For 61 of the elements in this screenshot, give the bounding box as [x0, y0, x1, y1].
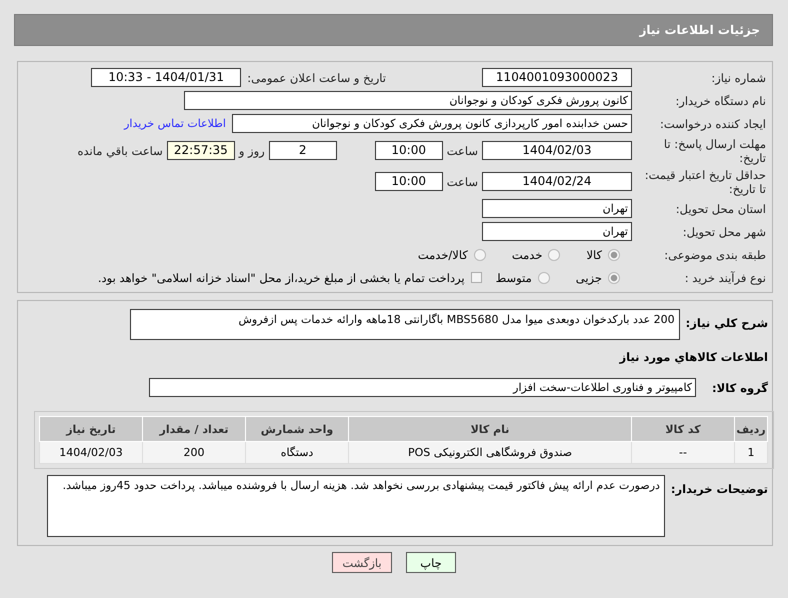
table-cell: 1404/02/03	[40, 442, 142, 464]
field-label: نام دستگاه خریدار:	[674, 94, 766, 108]
column-header: کد کالا	[632, 416, 734, 442]
field-label: استان محل تحویل:	[674, 202, 766, 216]
table-cell: --	[632, 442, 734, 464]
buyer-org-field: کانون پرورش فکری کودکان و نوجوانان	[184, 91, 632, 110]
description-textarea[interactable]: 200 عدد بارکدخوان دوبعدی میوا مدل MBS5680 باگارانتی 18ماهه وارائه خدمات پس ازفروش	[130, 309, 680, 340]
field-label: مهلت ارسال پاسخ: تا تاریخ:	[662, 136, 766, 164]
need-number-field: 1104001093000023	[482, 68, 632, 87]
radio-label: متوسط	[496, 270, 532, 284]
field-label: ساعت باقي مانده	[78, 144, 163, 158]
field-label: گروه کالا:	[712, 380, 768, 396]
radio-button[interactable]	[548, 248, 560, 260]
deadline-date-field: 1404/02/03	[482, 141, 632, 160]
announce-date-field: 1404/01/31 - 10:33	[91, 68, 242, 87]
field-label: شهر محل تحویل:	[682, 224, 766, 238]
notes-textarea[interactable]: درصورت عدم ارائه پیش فاکتور قیمت پیشنهادی بررسی نخواهد شد. هزینه ارسال با فروشنده میباشد. پرداخت حدود 45روز میباشد.	[46, 475, 665, 537]
field-label: شماره نیاز:	[710, 70, 766, 84]
radio-button[interactable]	[608, 248, 620, 260]
column-header: واحد شمارش	[246, 416, 348, 442]
column-header: تعداد / مقدار	[142, 416, 246, 442]
radio-button[interactable]	[608, 272, 620, 284]
province-field: تهران	[482, 199, 632, 218]
table-cell: دستگاه	[246, 442, 348, 464]
page-title: جزئیات اطلاعات نیاز	[639, 23, 760, 37]
field-label: توضیحات خریدار:	[670, 481, 768, 497]
validity-time-field: 10:00	[374, 172, 443, 191]
action-button[interactable]: چاپ	[406, 552, 456, 573]
section-title: اطلاعات کالاهاي مورد نياز	[618, 350, 768, 364]
field-label: نوع فرآیند خرید :	[684, 270, 766, 284]
city-field: تهران	[482, 222, 632, 241]
field-label: ایجاد کننده درخواست:	[659, 116, 766, 130]
field-label: شرح كلي نياز:	[686, 315, 768, 331]
remaining-time-field: 22:57:35	[166, 141, 235, 160]
field-label: حداقل تاریخ اعتبار قیمت: تا تاریخ:	[644, 168, 766, 196]
field-label: روز و	[238, 144, 265, 158]
table-cell: صندوق فروشگاهی الکترونیکی POS	[348, 442, 632, 464]
action-button[interactable]: بازگشت	[332, 552, 392, 573]
field-label: ساعت	[446, 174, 478, 188]
table-cell: 1	[734, 442, 768, 464]
goods-group-field: کامپیوتر و فناوری اطلاعات-سخت افزار	[149, 378, 696, 397]
field-label: تاریخ و ساعت اعلان عمومی:	[247, 70, 386, 84]
column-header: ردیف	[734, 416, 768, 442]
radio-label: کالا	[586, 248, 602, 262]
days-field: 2	[268, 141, 337, 160]
requester-field: حسن خدابنده امور کارپردازی کانون پرورش فکری کودکان و نوجوانان	[232, 114, 632, 133]
column-header: نام کالا	[348, 416, 632, 442]
table-cell: 200	[142, 442, 246, 464]
field-label: ساعت	[446, 144, 478, 158]
radio-label: جزیی	[576, 270, 602, 284]
deadline-time-field: 10:00	[374, 141, 443, 160]
checkbox-label: پرداخت تمام یا بخشی از مبلغ خرید،از محل "اسناد خزانه اسلامی" خواهد بود.	[98, 270, 465, 284]
field-label: طبقه بندی موضوعی:	[663, 248, 766, 262]
checkbox[interactable]	[470, 272, 482, 283]
validity-date-field: 1404/02/24	[482, 172, 632, 191]
radio-label: کالا/خدمت	[418, 248, 468, 262]
radio-button[interactable]	[538, 272, 550, 284]
radio-button[interactable]	[474, 248, 486, 260]
column-header: تاریخ نیاز	[40, 416, 142, 442]
radio-label: خدمت	[512, 248, 542, 262]
buyer-contact-link[interactable]: اطلاعات تماس خریدار	[124, 117, 226, 130]
